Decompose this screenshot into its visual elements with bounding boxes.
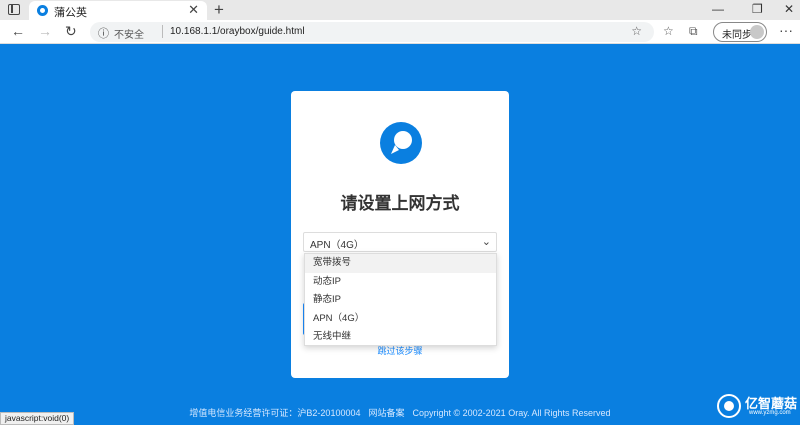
status-bar: javascript:void(0) [0,412,75,425]
info-icon[interactable]: ⓘ [98,25,109,41]
oray-logo-icon [380,122,422,164]
security-label[interactable]: 不安全 [114,26,144,41]
copyright-text: Copyright © 2002-2021 Oray. All Rights R… [412,408,611,418]
tab-title: 蒲公英 [54,7,87,19]
browser-tab[interactable]: 蒲公英 ✕ [29,1,207,20]
forward-button[interactable]: → [38,23,52,39]
sync-label: 未同步 [722,30,752,41]
chevron-down-icon: ⌄ [481,236,491,248]
add-favorite-icon[interactable]: ☆ [631,24,642,38]
favorites-icon[interactable]: ☆ [663,24,674,38]
watermark-logo: 亿智蘑菇 www.yzmg.com [717,391,797,421]
option-apn-4g[interactable]: APN（4G） [305,310,496,329]
page-title: 请设置上网方式 [340,194,460,213]
watermark-icon [717,394,741,418]
new-tab-button[interactable]: + [214,0,224,20]
browser-toolbar: ← → ↻ ⓘ 不安全 10.168.1.1/oraybox/guide.htm… [0,20,800,44]
address-divider [162,25,163,38]
oray-favicon-icon [37,5,48,16]
profile-sync-button[interactable]: 未同步 [713,22,767,42]
reload-button[interactable]: ↻ [65,23,77,40]
tab-strip: 蒲公英 ✕ + — ❐ ✕ [0,0,800,20]
option-static-ip[interactable]: 静态IP [305,291,496,310]
page-footer: 增值电信业务经营许可证：沪B2-20100004 网站备案 Copyright © … [0,406,800,419]
watermark-url: www.yzmg.com [749,410,791,416]
license-text: 增值电信业务经营许可证：沪B2-20100004 [189,408,361,418]
back-button[interactable]: ← [11,23,25,39]
tab-actions-icon[interactable] [8,4,20,15]
more-menu-icon[interactable]: ··· [779,22,793,38]
address-bar[interactable]: ⓘ 不安全 10.168.1.1/oraybox/guide.html ☆ [90,22,654,42]
option-broadband[interactable]: 宽带拨号 [305,254,496,273]
avatar-icon [750,25,764,39]
option-dynamic-ip[interactable]: 动态IP [305,273,496,292]
url-text[interactable]: 10.168.1.1/oraybox/guide.html [170,26,305,37]
collections-icon[interactable]: ⧉ [689,24,698,39]
window-close-button[interactable]: ✕ [784,2,794,16]
close-tab-icon[interactable]: ✕ [188,2,199,18]
option-wireless-relay[interactable]: 无线中继 [305,328,496,347]
connection-type-dropdown: 宽带拨号 动态IP 静态IP APN（4G） 无线中继 [304,253,497,346]
select-value: APN（4G） [310,240,364,251]
icp-link[interactable]: 网站备案 [368,408,404,418]
connection-type-select[interactable]: APN（4G） ⌄ [303,232,497,252]
minimize-button[interactable]: — [712,2,724,16]
maximize-button[interactable]: ❐ [752,2,763,16]
